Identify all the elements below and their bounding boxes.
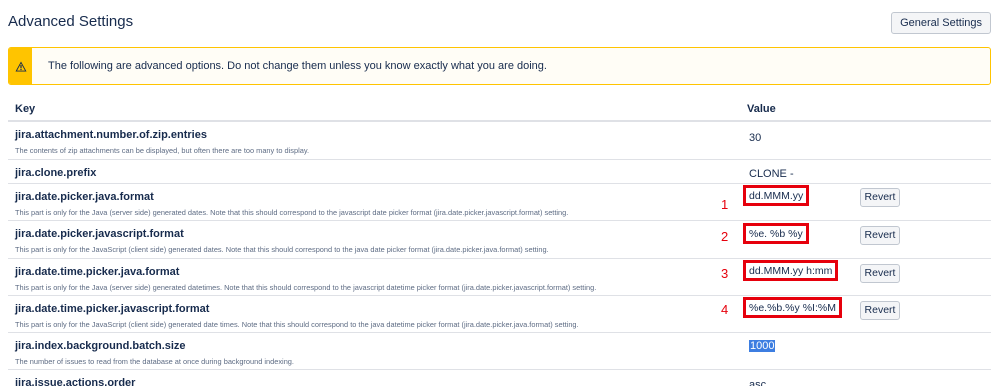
table-row: jira.date.picker.javascript.format This … [8,221,991,259]
setting-description: This part is only for the JavaScript (cl… [15,320,579,329]
advanced-settings-page: Advanced Settings General Settings The f… [0,0,999,386]
page-header: Advanced Settings General Settings [8,12,991,36]
setting-description: The number of issues to read from the da… [15,357,294,366]
setting-key: jira.date.picker.java.format [15,191,154,203]
setting-description: This part is only for the Java (server s… [15,283,597,292]
warning-icon-container [9,48,32,84]
annotation-number: 4 [721,302,729,317]
warning-triangle-icon [15,61,26,71]
general-settings-button[interactable]: General Settings [891,12,991,34]
setting-key: jira.clone.prefix [15,167,97,179]
setting-key: jira.date.picker.javascript.format [15,228,184,240]
page-title: Advanced Settings [8,13,134,30]
setting-description: This part is only for the Java (server s… [15,208,569,217]
table-row: jira.date.picker.java.format This part i… [8,184,991,221]
warning-message: The following are advanced options. Do n… [8,47,991,85]
setting-key: jira.date.time.picker.javascript.format [15,303,210,315]
setting-description: This part is only for the JavaScript (cl… [15,245,549,254]
annotation-number: 3 [721,266,729,281]
table-row: jira.attachment.number.of.zip.entries Th… [8,122,991,160]
table-row: jira.clone.prefix CLONE - [8,160,991,184]
revert-button[interactable]: Revert [860,226,900,245]
setting-value[interactable]: dd.MMM.yy h:mm [743,260,839,281]
setting-key: jira.index.background.batch.size [15,340,186,352]
setting-key: jira.date.time.picker.java.format [15,266,180,278]
table-row: jira.issue.actions.order asc [8,370,991,386]
setting-value[interactable]: dd.MMM.yy [743,185,810,206]
warning-text: The following are advanced options. Do n… [48,60,547,72]
annotation-number: 1 [721,197,729,212]
setting-key: jira.attachment.number.of.zip.entries [15,129,207,141]
setting-value[interactable]: 30 [749,132,761,144]
revert-button[interactable]: Revert [860,264,900,283]
setting-value[interactable]: CLONE - [749,168,794,180]
setting-key: jira.issue.actions.order [15,377,136,386]
setting-description: The contents of zip attachments can be d… [15,146,310,155]
setting-value[interactable]: %e.%b.%y %I:%M [743,297,842,318]
annotation-number: 2 [721,229,729,244]
column-header-key: Key [15,103,36,115]
setting-value[interactable]: 1000 [749,340,776,352]
revert-button[interactable]: Revert [860,301,900,320]
table-header: Key Value [8,96,991,122]
setting-value[interactable]: asc [749,379,766,386]
revert-button[interactable]: Revert [860,188,900,207]
setting-value[interactable]: %e. %b %y [743,223,809,244]
column-header-value: Value [747,103,776,115]
table-row: jira.date.time.picker.javascript.format … [8,296,991,333]
table-row: jira.date.time.picker.java.format This p… [8,259,991,296]
settings-table: Key Value jira.attachment.number.of.zip.… [8,96,991,386]
table-row: jira.index.background.batch.size The num… [8,333,991,370]
